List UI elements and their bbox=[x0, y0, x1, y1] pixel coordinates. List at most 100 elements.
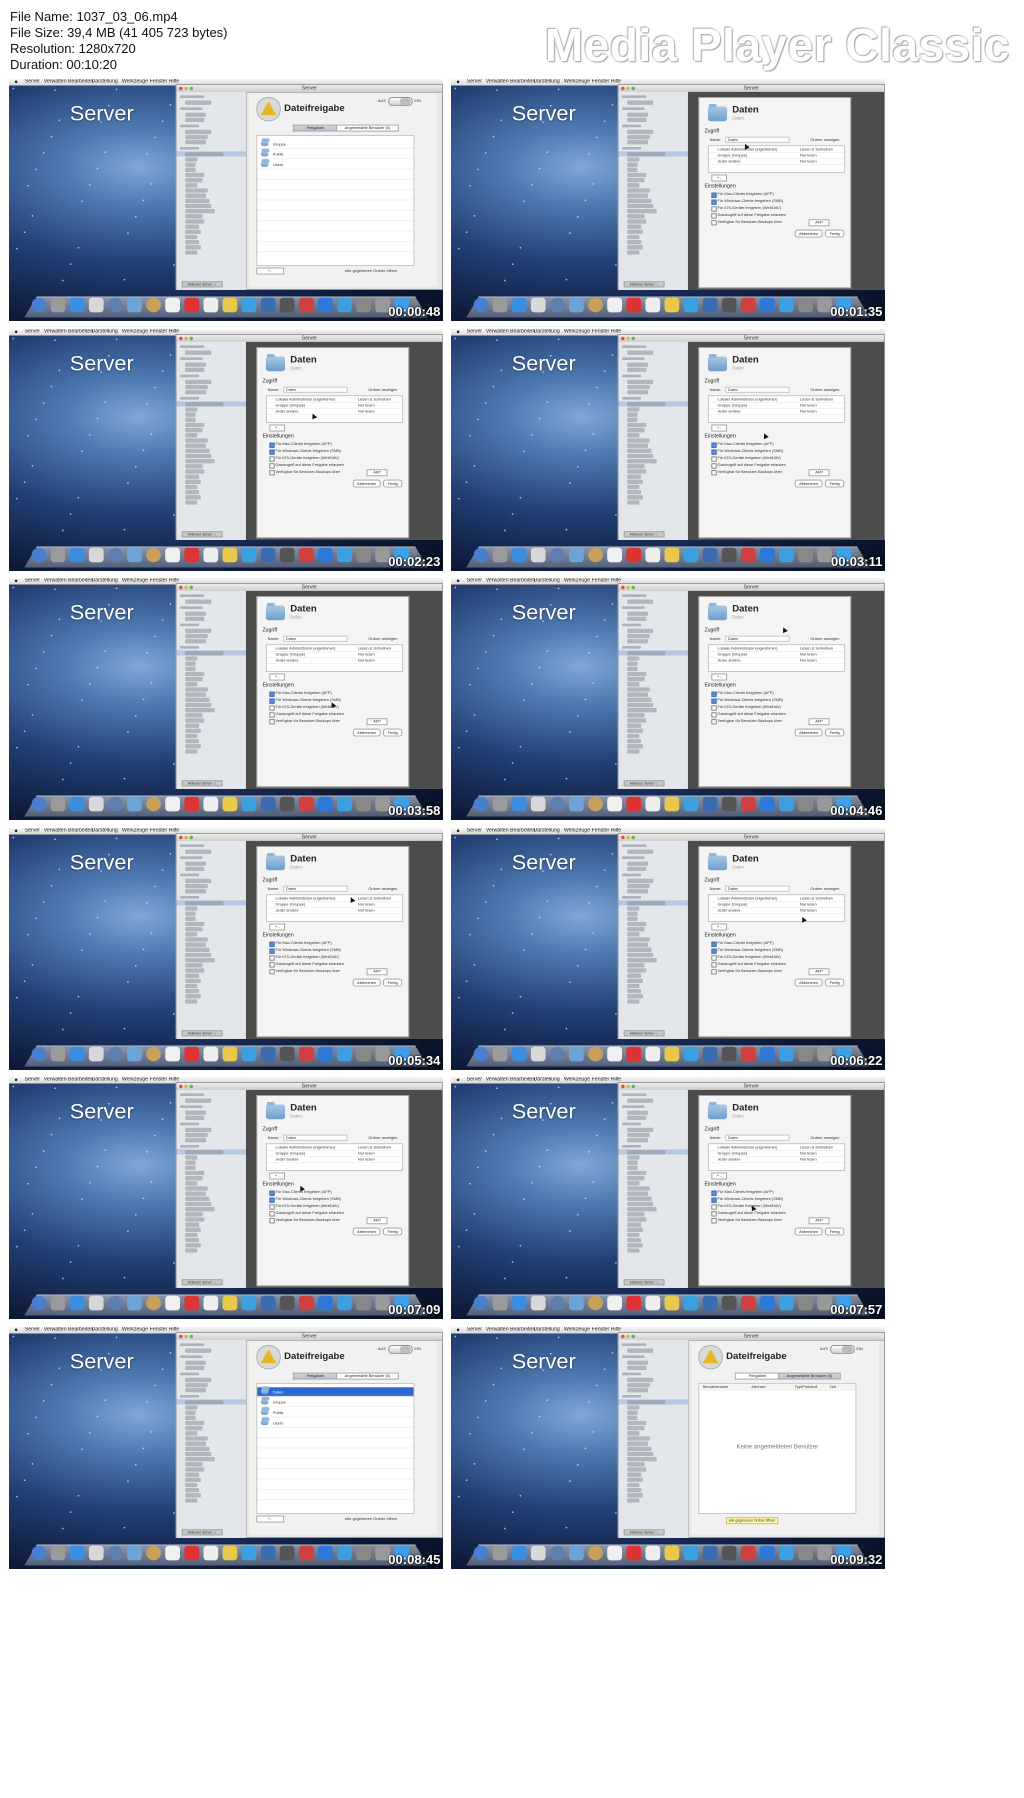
sidebar-item[interactable] bbox=[627, 942, 649, 947]
sidebar-item[interactable] bbox=[185, 962, 203, 967]
dock-app-icon[interactable] bbox=[798, 1046, 813, 1061]
sidebar-item[interactable] bbox=[627, 1217, 647, 1222]
sidebar-item[interactable] bbox=[185, 448, 210, 453]
dock-app-icon[interactable] bbox=[530, 297, 546, 313]
sidebar-item[interactable] bbox=[185, 1492, 201, 1497]
done-button[interactable]: Fertig bbox=[825, 728, 845, 737]
sidebar-item[interactable] bbox=[185, 1176, 203, 1181]
permission-level[interactable]: Nur lesen bbox=[800, 1151, 817, 1155]
sidebar-item[interactable] bbox=[627, 214, 645, 219]
permission-level[interactable]: Nur lesen bbox=[800, 658, 817, 662]
dock-app-icon[interactable] bbox=[222, 796, 238, 812]
dock-app-icon[interactable] bbox=[683, 1545, 699, 1560]
menu-item-fenster[interactable]: Fenster bbox=[592, 79, 610, 85]
sidebar-item[interactable] bbox=[627, 905, 640, 911]
dock-app-icon[interactable] bbox=[318, 1545, 333, 1560]
dock-app-icon[interactable] bbox=[279, 297, 295, 313]
menu-item-verwalten[interactable]: Verwalten bbox=[486, 79, 509, 85]
sidebar-item[interactable] bbox=[185, 129, 212, 135]
option-checkbox[interactable] bbox=[269, 469, 275, 475]
sidebar-item[interactable] bbox=[185, 384, 208, 389]
sidebar-item[interactable] bbox=[627, 484, 640, 489]
sidebar-item[interactable] bbox=[185, 1201, 212, 1207]
sidebar-item[interactable] bbox=[185, 611, 207, 616]
dock-app-icon[interactable] bbox=[165, 1046, 180, 1061]
sidebar-item[interactable] bbox=[627, 350, 654, 355]
permission-row[interactable]: Jeder andere Nur lesen bbox=[266, 1156, 403, 1164]
sidebar-item[interactable] bbox=[185, 219, 205, 224]
sidebar-item[interactable] bbox=[627, 406, 640, 412]
sidebar-item[interactable] bbox=[185, 474, 200, 479]
apple-icon[interactable]: ● bbox=[14, 1327, 18, 1333]
menu-item-fenster[interactable]: Fenster bbox=[150, 329, 168, 335]
menu-item-server[interactable]: Server bbox=[467, 1077, 482, 1083]
sidebar-item[interactable] bbox=[627, 1451, 654, 1456]
sidebar-item[interactable] bbox=[627, 967, 647, 973]
sidebar-item[interactable] bbox=[627, 978, 643, 983]
sidebar-item[interactable] bbox=[185, 633, 208, 639]
menu-item-werkzeuge[interactable]: Werkzeuge bbox=[122, 1327, 148, 1333]
dock-app-icon[interactable] bbox=[511, 1545, 527, 1560]
dock-app-icon[interactable] bbox=[318, 1046, 333, 1061]
option-checkbox[interactable] bbox=[269, 455, 275, 462]
sidebar-item[interactable] bbox=[627, 463, 645, 468]
dock-app-icon[interactable] bbox=[740, 1046, 756, 1061]
menu-item-darstellung[interactable]: Darstellung bbox=[91, 79, 117, 85]
sidebar-item[interactable] bbox=[185, 998, 198, 1004]
menu-item-server[interactable]: Server bbox=[25, 578, 40, 584]
sidebar-item[interactable] bbox=[185, 628, 212, 634]
dock-app-icon[interactable] bbox=[664, 1545, 680, 1560]
sidebar-item[interactable] bbox=[627, 1425, 645, 1430]
sidebar-item[interactable] bbox=[627, 224, 642, 229]
sidebar-item[interactable] bbox=[185, 749, 198, 754]
sidebar-item[interactable] bbox=[185, 140, 207, 145]
video-thumbnail[interactable]: ● Server Verwalten Bearbeiten Darstellung Wer… bbox=[9, 1077, 443, 1319]
sidebar-item[interactable] bbox=[185, 209, 215, 214]
sidebar-item[interactable] bbox=[627, 687, 650, 692]
sidebar-item[interactable] bbox=[627, 172, 647, 178]
apple-icon[interactable]: ● bbox=[14, 828, 18, 834]
dock-app-icon[interactable] bbox=[549, 547, 565, 562]
cancel-button[interactable]: Abbrechen bbox=[794, 728, 823, 737]
users-column-header[interactable]: Zeit bbox=[829, 1384, 836, 1388]
sidebar-item[interactable] bbox=[185, 162, 196, 167]
sidebar-action-button[interactable]: Aktionen Sehen ↑↓ bbox=[181, 1029, 223, 1036]
name-field[interactable]: Daten bbox=[283, 885, 348, 892]
sidebar-item[interactable] bbox=[185, 1446, 210, 1451]
sidebar-item[interactable] bbox=[185, 616, 205, 622]
sidebar-item[interactable] bbox=[627, 952, 654, 957]
sidebar-item[interactable] bbox=[185, 1377, 212, 1382]
backup-select[interactable]: AFP bbox=[808, 468, 830, 476]
sidebar-item[interactable] bbox=[185, 427, 203, 432]
permission-level[interactable]: Nur lesen bbox=[800, 902, 817, 906]
sidebar-item[interactable] bbox=[185, 198, 210, 203]
sidebar-item[interactable] bbox=[627, 112, 649, 117]
permission-row[interactable]: Jeder andere Nur lesen bbox=[708, 907, 845, 914]
show-info-link[interactable]: Ordner anzeigen bbox=[368, 1136, 397, 1140]
sidebar-item[interactable] bbox=[627, 998, 640, 1004]
sidebar-item[interactable] bbox=[185, 1399, 224, 1404]
show-info-link[interactable]: Ordner anzeigen bbox=[810, 387, 839, 391]
menu-item-fenster[interactable]: Fenster bbox=[150, 828, 168, 834]
dock-app-icon[interactable] bbox=[279, 1545, 295, 1560]
sidebar-item[interactable] bbox=[627, 1181, 640, 1186]
sidebar-action-button[interactable]: Aktionen Sehen ↑↓ bbox=[181, 1528, 223, 1535]
sidebar-item[interactable] bbox=[185, 936, 208, 942]
dock-app-icon[interactable] bbox=[798, 297, 813, 313]
menu-item-fenster[interactable]: Fenster bbox=[592, 1327, 610, 1333]
dock-app-icon[interactable] bbox=[683, 1295, 699, 1311]
sidebar-item[interactable] bbox=[627, 1155, 640, 1160]
sidebar-item[interactable] bbox=[627, 900, 666, 905]
backup-select[interactable]: AFP bbox=[808, 1217, 830, 1225]
sidebar-item[interactable] bbox=[185, 1181, 198, 1186]
sidebar-action-button[interactable]: Aktionen Sehen ↑↓ bbox=[623, 780, 665, 787]
sidebar-item[interactable] bbox=[627, 1232, 640, 1238]
sidebar-item[interactable] bbox=[185, 224, 200, 229]
sidebar-item[interactable] bbox=[627, 911, 638, 916]
menu-item-bearbeiten[interactable]: Bearbeiten bbox=[68, 1077, 93, 1083]
dock-app-icon[interactable] bbox=[569, 1295, 584, 1311]
sidebar-item[interactable] bbox=[185, 117, 205, 123]
dock-app-icon[interactable] bbox=[530, 796, 546, 812]
dock-app-icon[interactable] bbox=[607, 1545, 622, 1560]
sidebar-item[interactable] bbox=[185, 1186, 208, 1191]
